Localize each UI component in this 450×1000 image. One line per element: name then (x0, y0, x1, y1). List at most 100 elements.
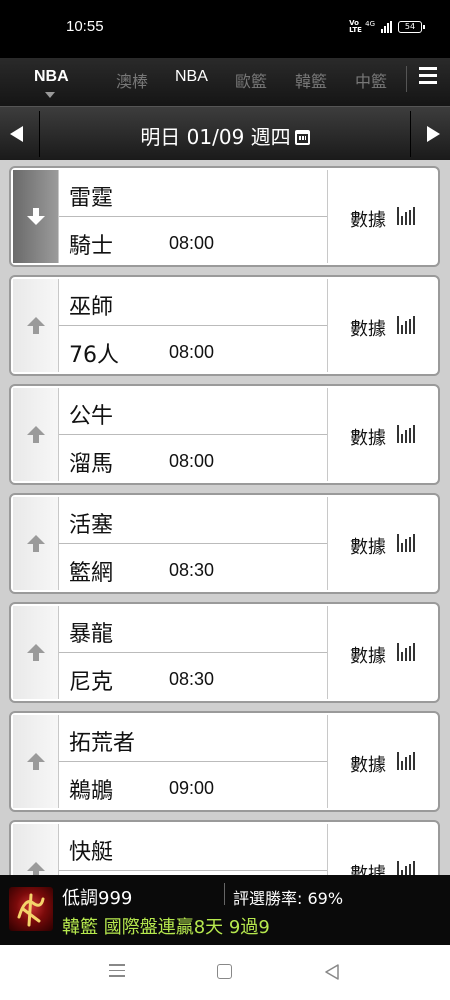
date-title[interactable]: 明日 01/09 週四 (0, 121, 450, 150)
match-card[interactable]: 公牛 溜馬 08:00 數據 (9, 384, 440, 485)
teams-area[interactable]: 拓荒者 鵜鶘 09:00 (59, 715, 327, 808)
stats-button[interactable]: 數據 (327, 497, 436, 590)
match-time: 08:00 (169, 451, 215, 471)
away-team: 溜馬 (69, 452, 114, 477)
arrow-right-icon (427, 126, 440, 142)
match-card[interactable]: 拓荒者 鵜鶘 09:00 數據 (9, 711, 440, 812)
bar-chart-icon (397, 643, 415, 661)
status-bar: 10:55 Vo LTE 4G 54 (0, 0, 450, 58)
team-divider (59, 870, 327, 871)
home-team: 快艇 (69, 840, 114, 865)
expand-toggle-button[interactable] (13, 497, 59, 590)
back-icon[interactable] (324, 964, 340, 980)
signal-icon (381, 21, 392, 33)
banner-subtitle: 韓籃 國際盤連贏8天 9過9 (62, 917, 270, 938)
hamburger-menu-icon[interactable] (419, 67, 437, 85)
status-icons: Vo LTE 4G 54 (349, 19, 425, 34)
team-divider (59, 761, 327, 762)
expand-toggle-button[interactable] (13, 715, 59, 808)
stats-button[interactable]: 數據 (327, 279, 436, 372)
match-time: 08:30 (169, 669, 215, 689)
promo-banner[interactable]: 低調999 評選勝率: 69% 韓籃 國際盤連贏8天 9過9 (0, 875, 450, 945)
team-divider (59, 325, 327, 326)
match-card[interactable]: 巫師 76人 08:00 數據 (9, 275, 440, 376)
stats-button[interactable]: 數據 (327, 170, 436, 263)
match-time: 08:30 (169, 560, 215, 580)
match-card[interactable]: 雷霆 騎士 08:00 數據 (9, 166, 440, 267)
bar-chart-icon (397, 207, 415, 225)
home-icon[interactable] (217, 964, 232, 979)
arrow-up-icon (27, 753, 45, 770)
tab-divider (406, 66, 407, 92)
teams-area[interactable]: 快艇 (59, 824, 327, 875)
banner-divider (224, 883, 225, 905)
caret-down-icon (45, 92, 55, 98)
expand-toggle-button[interactable] (13, 388, 59, 481)
team-divider (59, 216, 327, 217)
away-team: 騎士 (69, 234, 114, 259)
home-team: 公牛 (69, 404, 114, 429)
stats-button[interactable]: 數據 (327, 388, 436, 481)
away-team: 76人 (69, 343, 119, 368)
match-time: 08:00 (169, 342, 215, 362)
stats-button[interactable]: 數據 (327, 824, 436, 875)
match-card[interactable]: 活塞 籃網 08:30 數據 (9, 493, 440, 594)
arrow-up-icon (27, 426, 45, 443)
match-card[interactable]: 暴龍 尼克 08:30 數據 (9, 602, 440, 703)
tab-nba-active[interactable]: NBA (34, 68, 69, 86)
stats-label: 數據 (350, 210, 386, 231)
expand-toggle-button[interactable] (13, 824, 59, 875)
teams-area[interactable]: 活塞 籃網 08:30 (59, 497, 327, 590)
teams-area[interactable]: 暴龍 尼克 08:30 (59, 606, 327, 699)
recent-apps-icon[interactable] (109, 964, 125, 981)
home-team: 雷霆 (69, 186, 114, 211)
date-bar: 明日 01/09 週四 (0, 106, 450, 160)
expand-toggle-button[interactable] (13, 606, 59, 699)
banner-title: 低調999 (62, 888, 133, 909)
network-type-label: 4G (365, 20, 375, 28)
status-time: 10:55 (66, 18, 104, 35)
stats-label: 數據 (350, 646, 386, 667)
bar-chart-icon (397, 425, 415, 443)
stats-label: 數據 (350, 755, 386, 776)
tab-china-basket[interactable]: 中籃 (355, 68, 387, 92)
arrow-up-icon (27, 535, 45, 552)
date-label: 明日 01/09 週四 (140, 125, 291, 149)
expand-toggle-button[interactable] (13, 170, 59, 263)
match-list[interactable]: 雷霆 騎士 08:00 數據 巫師 76人 08:00 數據 公牛 溜馬 08:… (0, 160, 450, 875)
battery-icon: 54 (398, 21, 425, 33)
match-card[interactable]: 快艇 數據 (9, 820, 440, 875)
expand-toggle-button[interactable] (13, 279, 59, 372)
teams-area[interactable]: 公牛 溜馬 08:00 (59, 388, 327, 481)
away-team: 籃網 (69, 561, 114, 586)
next-date-button[interactable] (418, 121, 444, 147)
match-time: 08:00 (169, 233, 215, 253)
date-divider-right (410, 111, 411, 157)
stats-label: 數據 (350, 864, 386, 875)
stats-button[interactable]: 數據 (327, 715, 436, 808)
bar-chart-icon (397, 752, 415, 770)
bar-chart-icon (397, 316, 415, 334)
home-team: 活塞 (69, 513, 114, 538)
volte-icon: Vo LTE (349, 19, 362, 34)
match-time: 09:00 (169, 778, 215, 798)
home-team: 暴龍 (69, 622, 114, 647)
arrow-down-icon (27, 208, 45, 225)
league-tab-bar: NBA 澳棒 NBA 歐籃 韓籃 中籃 (0, 58, 450, 106)
arrow-up-icon (27, 317, 45, 334)
tab-aubaseball[interactable]: 澳棒 (116, 68, 148, 92)
calendar-icon (294, 130, 310, 145)
bar-chart-icon (397, 534, 415, 552)
arrow-up-icon (27, 644, 45, 661)
tab-nba[interactable]: NBA (175, 68, 208, 86)
team-divider (59, 543, 327, 544)
away-team: 尼克 (69, 670, 114, 695)
stats-label: 數據 (350, 319, 386, 340)
home-team: 拓荒者 (69, 731, 136, 756)
banner-win-rate: 評選勝率: 69% (233, 889, 344, 908)
tab-eurobasket[interactable]: 歐籃 (235, 68, 267, 92)
teams-area[interactable]: 雷霆 騎士 08:00 (59, 170, 327, 263)
teams-area[interactable]: 巫師 76人 08:00 (59, 279, 327, 372)
tab-korea-basket[interactable]: 韓籃 (295, 68, 327, 92)
stats-button[interactable]: 數據 (327, 606, 436, 699)
